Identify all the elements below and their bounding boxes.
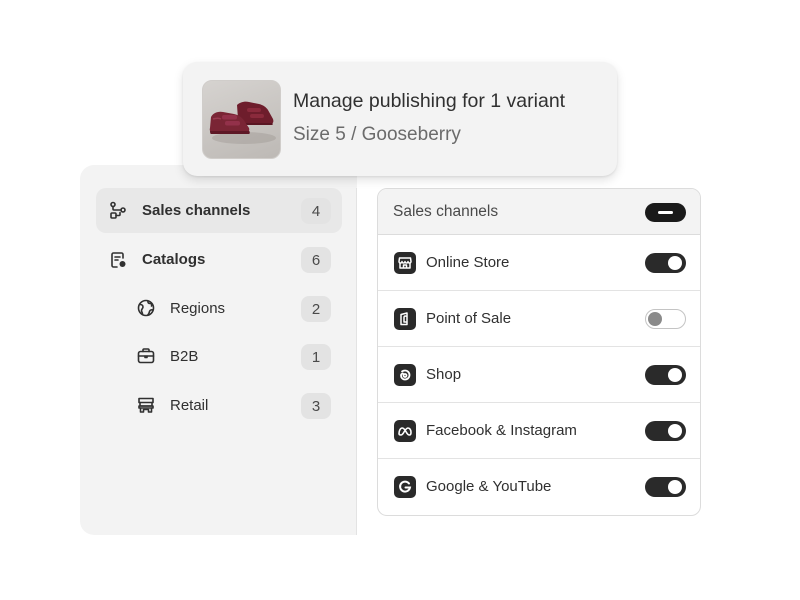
briefcase-icon xyxy=(136,346,156,366)
sidebar-item-label: Regions xyxy=(170,300,226,317)
channel-row-online-store: Online Store xyxy=(378,235,700,291)
count-badge: 3 xyxy=(301,393,331,419)
channel-row-facebook-instagram: Facebook & Instagram xyxy=(378,403,700,459)
sidebar-item-catalogs[interactable]: Catalogs 6 xyxy=(96,237,342,282)
channel-row-shop: Shop xyxy=(378,347,700,403)
count-badge: 2 xyxy=(301,296,331,322)
channel-toggle-online-store[interactable] xyxy=(645,253,686,273)
channel-label: Google & YouTube xyxy=(426,478,552,495)
channel-label: Point of Sale xyxy=(426,310,512,327)
count-badge: 1 xyxy=(301,344,331,370)
sidebar-item-regions[interactable]: Regions 2 xyxy=(96,286,342,331)
sidebar-item-sales-channels[interactable]: Sales channels 4 xyxy=(96,188,342,233)
panel-divider xyxy=(356,188,357,535)
toggle-knob xyxy=(668,256,682,270)
channel-row-point-of-sale: Point of Sale xyxy=(378,291,700,347)
sidebar-item-retail[interactable]: Retail 3 xyxy=(96,383,342,428)
channel-toggle-facebook-instagram[interactable] xyxy=(645,421,686,441)
count-badge: 4 xyxy=(301,198,331,224)
channel-row-google-youtube: Google & YouTube xyxy=(378,459,700,515)
store-icon xyxy=(136,395,156,415)
shop-icon xyxy=(394,364,416,386)
channel-label: Online Store xyxy=(426,254,510,271)
sales-channels-icon xyxy=(108,200,128,220)
channel-label: Shop xyxy=(426,366,462,383)
online-store-icon xyxy=(394,252,416,274)
toggle-knob xyxy=(668,480,682,494)
sidebar-item-label: B2B xyxy=(170,348,199,365)
shoe-product-image xyxy=(202,80,281,159)
sidebar-item-b2b[interactable]: B2B 1 xyxy=(96,334,342,379)
card-header-label: Sales channels xyxy=(393,203,499,220)
sidebar-item-label: Retail xyxy=(170,397,209,414)
variant-subtitle: Size 5 / Gooseberry xyxy=(293,124,461,145)
indeterminate-dash-icon xyxy=(658,211,673,214)
sidebar-item-label: Sales channels xyxy=(142,202,251,219)
select-all-toggle[interactable] xyxy=(645,203,686,222)
count-badge: 6 xyxy=(301,247,331,273)
channel-label: Facebook & Instagram xyxy=(426,422,577,439)
google-icon xyxy=(394,476,416,498)
card-header: Sales channels xyxy=(378,189,700,235)
variant-header-card: Manage publishing for 1 variant Size 5 /… xyxy=(183,62,617,176)
channel-toggle-shop[interactable] xyxy=(645,365,686,385)
toggle-knob xyxy=(648,312,662,326)
variant-title: Manage publishing for 1 variant xyxy=(293,90,566,112)
meta-icon xyxy=(394,420,416,442)
globe-icon xyxy=(136,298,156,318)
channel-toggle-point-of-sale[interactable] xyxy=(645,309,686,329)
toggle-knob xyxy=(668,424,682,438)
sidebar-item-label: Catalogs xyxy=(142,251,206,268)
channel-toggle-google-youtube[interactable] xyxy=(645,477,686,497)
sales-channels-card: Sales channels Online Store Point of Sal… xyxy=(377,188,701,516)
point-of-sale-icon xyxy=(394,308,416,330)
toggle-knob xyxy=(668,368,682,382)
catalog-icon xyxy=(108,250,128,270)
